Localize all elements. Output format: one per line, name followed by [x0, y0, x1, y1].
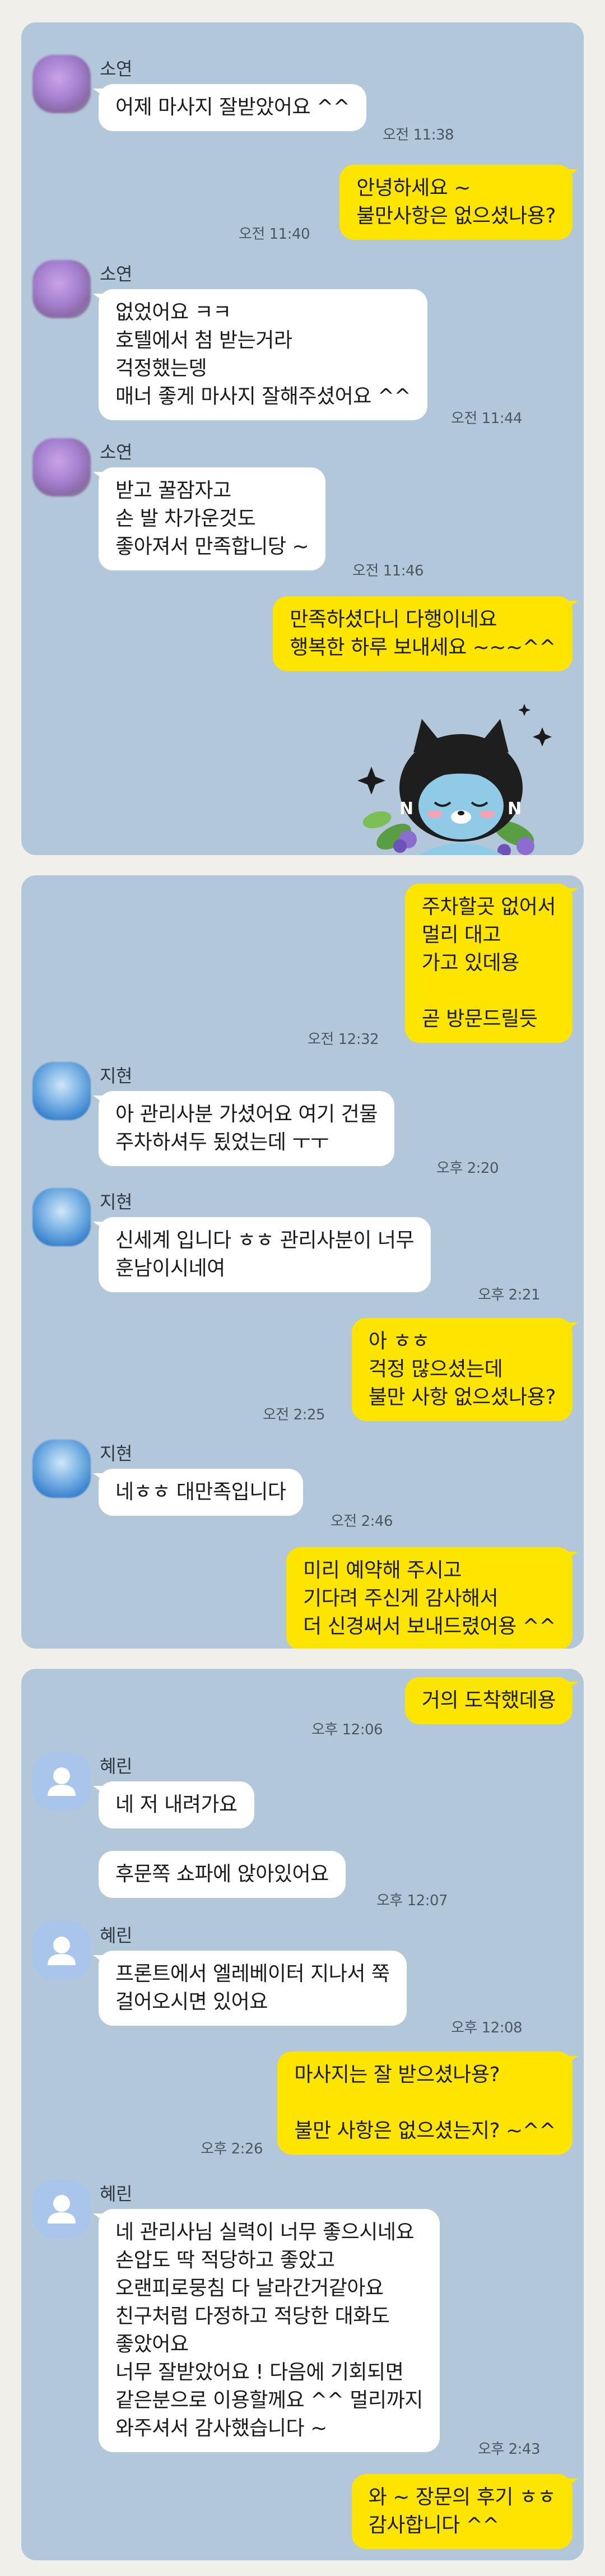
bubble-tail: [566, 169, 578, 178]
message-timestamp: 오후 2:21: [478, 1287, 541, 1303]
bubble-tail: [566, 1552, 578, 1561]
message-timestamp: 오후 12:08: [451, 2020, 523, 2036]
incoming-message-bubble[interactable]: 받고 꿀잠자고 손 발 차가운것도 좋아져서 만족합니당 ~: [99, 467, 326, 570]
outgoing-message-bubble[interactable]: 아 ㅎㅎ 걱정 많으셨는데 불만 사항 없으셨나용?: [351, 1318, 573, 1421]
sender-name: 지현: [100, 1443, 132, 1464]
sender-name: 지현: [100, 1191, 132, 1213]
sender-name: 소연: [100, 58, 132, 80]
outgoing-message-bubble[interactable]: 마사지는 잘 받으셨나용? 불만 사항은 없으셨는지? ~^^: [277, 2051, 573, 2155]
svg-text:N: N: [508, 799, 522, 819]
bubble-tail: [566, 1682, 578, 1691]
outgoing-message-bubble[interactable]: 만족하셨다니 다행이네요 행복한 하루 보내세요 ~~~^^: [273, 596, 573, 671]
profile-avatar[interactable]: [32, 1062, 91, 1120]
chat-panel-3[interactable]: 거의 도착했데용 오후 12:06 혜린 네 저 내려가요 후문쪽 쇼파에 앉아…: [21, 1669, 584, 2560]
message-timestamp: 오후 2:43: [478, 2441, 541, 2458]
profile-avatar[interactable]: [32, 55, 91, 113]
message-timestamp: 오후 12:06: [311, 1721, 383, 1738]
outgoing-message-bubble[interactable]: 주차할곳 없어서 멀리 대고 가고 있데용 곧 방문드릴듯: [404, 884, 573, 1043]
bubble-tail: [566, 888, 578, 897]
message-timestamp: 오전 2:46: [331, 1513, 393, 1530]
message-timestamp: 오후 2:26: [201, 2141, 263, 2157]
incoming-message-bubble[interactable]: 어제 마사지 잘받았어요 ^^: [99, 84, 367, 131]
default-person-icon: [48, 1937, 76, 1965]
profile-avatar[interactable]: [32, 260, 91, 318]
sender-name: 혜린: [100, 1756, 132, 1777]
sender-name: 소연: [100, 442, 132, 463]
chat-panel-2[interactable]: 주차할곳 없어서 멀리 대고 가고 있데용 곧 방문드릴듯 오전 12:32 지…: [21, 875, 584, 1649]
incoming-message-bubble[interactable]: 후문쪽 쇼파에 앉아있어요: [99, 1851, 346, 1898]
bubble-tail: [566, 601, 578, 610]
sender-name: 혜린: [100, 1925, 132, 1946]
sender-name: 지현: [100, 1065, 132, 1087]
incoming-message-bubble[interactable]: 아 관리사분 가셨어요 여기 건물 주차하셔두 됬었는데 ㅜㅜ: [99, 1091, 394, 1166]
outgoing-message-bubble[interactable]: 미리 예약해 주시고 기다려 주신게 감사해서 더 신경써서 보내드렸어용 ^^: [286, 1547, 573, 1649]
bubble-tail: [566, 2056, 578, 2065]
outgoing-message-bubble[interactable]: 와 ~ 장문의 후기 ㅎㅎ 감사합니다 ^^: [351, 2474, 573, 2549]
message-timestamp: 오전 11:38: [383, 127, 454, 143]
message-timestamp: 오후 2:20: [436, 1160, 499, 1177]
incoming-message-bubble[interactable]: 네 저 내려가요: [99, 1781, 254, 1828]
incoming-message-bubble[interactable]: 네 관리사님 실력이 너무 좋으시네요 손압도 딱 적당하고 좋았고 오랜피로뭉…: [99, 2209, 440, 2452]
message-timestamp: 오전 12:32: [308, 1031, 379, 1048]
default-person-icon: [48, 1767, 76, 1796]
svg-text:N: N: [399, 799, 413, 819]
bubble-tail: [566, 1322, 578, 1331]
incoming-message-bubble[interactable]: 없었어요 ㅋㅋ 호텔에서 첨 받는거라 걱정했는뎅 매너 좋게 마사지 잘해주셨…: [99, 289, 428, 420]
message-timestamp: 오후 12:07: [376, 1892, 448, 1909]
profile-avatar[interactable]: [32, 1440, 91, 1498]
message-timestamp: 오전 11:40: [239, 226, 310, 243]
message-timestamp: 오전 11:46: [352, 563, 424, 579]
outgoing-message-bubble[interactable]: 안녕하세요 ~ 불만사항은 없으셨나용?: [339, 165, 573, 240]
outgoing-message-bubble[interactable]: 거의 도착했데용: [404, 1677, 573, 1724]
chat-screenshot-collage: 소연 어제 마사지 잘받았어요 ^^ 오전 11:38 안녕하세요 ~ 불만사항…: [0, 0, 605, 2576]
message-timestamp: 오전 2:25: [263, 1407, 325, 1423]
default-person-icon: [48, 2195, 76, 2224]
sender-name: 소연: [100, 263, 132, 285]
profile-avatar[interactable]: [32, 1188, 91, 1246]
bubble-tail: [566, 2478, 578, 2487]
profile-avatar[interactable]: [32, 2180, 91, 2238]
message-timestamp: 오전 11:44: [451, 410, 523, 427]
kakao-cat-character-emoticon[interactable]: N N: [346, 699, 576, 855]
incoming-message-bubble[interactable]: 프론트에서 엘레베이터 지나서 쭉 걸어오시면 있어요: [99, 1951, 407, 2026]
profile-avatar[interactable]: [32, 1921, 91, 1980]
incoming-message-bubble[interactable]: 신세계 입니다 ㅎㅎ 관리사분이 너무 훈남이시네여: [99, 1217, 431, 1292]
incoming-message-bubble[interactable]: 네ㅎㅎ 대만족입니다: [99, 1469, 303, 1516]
profile-avatar[interactable]: [32, 438, 91, 496]
chat-panel-1[interactable]: 소연 어제 마사지 잘받았어요 ^^ 오전 11:38 안녕하세요 ~ 불만사항…: [21, 22, 584, 855]
profile-avatar[interactable]: [32, 1752, 91, 1811]
sender-name: 혜린: [100, 2183, 132, 2204]
